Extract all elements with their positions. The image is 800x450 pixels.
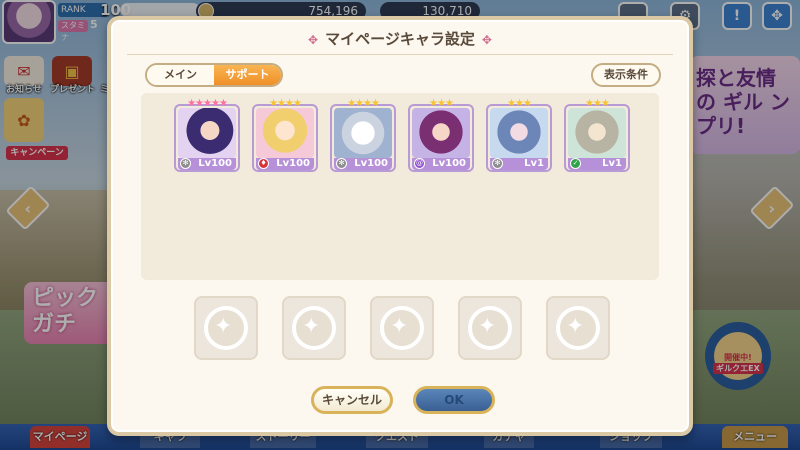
character-card[interactable]: ★★★ Lv1 ✻ (486, 98, 552, 172)
star-rating: ★★★ (585, 98, 610, 109)
title-ornament-left-icon: ✥ (308, 32, 319, 47)
tab-support[interactable]: サポート (214, 65, 281, 85)
star-rating: ★★★★ (269, 98, 302, 109)
compass-icon: ✦ (566, 314, 585, 339)
empty-character-slot[interactable]: ✦ (546, 296, 610, 360)
title-ornament-right-icon: ✥ (481, 32, 492, 47)
filter-button[interactable]: 表示条件 (591, 63, 661, 87)
compass-icon: ✦ (478, 314, 497, 339)
gear-icon: ✻ (180, 158, 191, 169)
character-card[interactable]: ★★★★ Lv100 ♦ (252, 98, 318, 172)
empty-character-slot[interactable]: ✦ (370, 296, 434, 360)
character-portrait (178, 108, 236, 158)
empty-character-slot[interactable]: ✦ (282, 296, 346, 360)
star-rating: ★★★★★ (187, 98, 228, 109)
empty-character-slot[interactable]: ✦ (458, 296, 522, 360)
character-card[interactable]: ★★★★ Lv100 ✻ (330, 98, 396, 172)
gear-icon: ✻ (492, 158, 503, 169)
character-portrait (490, 108, 548, 158)
character-card[interactable]: ★★★ Lv100 @ (408, 98, 474, 172)
star-rating: ★★★ (429, 98, 454, 109)
character-portrait (568, 108, 626, 158)
tab-main[interactable]: メイン (147, 65, 214, 85)
title-divider (127, 54, 673, 55)
character-portrait (412, 108, 470, 158)
star-rating: ★★★★ (347, 98, 380, 109)
character-portrait (334, 108, 392, 158)
gear-icon: ✻ (336, 158, 347, 169)
character-card[interactable]: ★★★ Lv1 ✓ (564, 98, 630, 172)
compass-icon: ✦ (302, 314, 321, 339)
cancel-button[interactable]: キャンセル (311, 386, 393, 414)
star-rating: ★★★ (507, 98, 532, 109)
character-card[interactable]: ★★★★★ Lv100 ✻ (174, 98, 240, 172)
dialog-title: マイページキャラ設定 (325, 30, 475, 48)
compass-icon: ✦ (214, 314, 233, 339)
mypage-character-dialog: ✥ マイページキャラ設定 ✥ メイン サポート 表示条件 ★★★★★ Lv100 ✻… (107, 16, 693, 436)
character-portrait (256, 108, 314, 158)
compass-icon: ✦ (390, 314, 409, 339)
tab-group: メイン サポート (145, 63, 283, 87)
wind-icon: ✓ (570, 158, 581, 169)
ok-button[interactable]: OK (413, 386, 495, 414)
empty-character-slot[interactable]: ✦ (194, 296, 258, 360)
fire-icon: ♦ (258, 158, 269, 169)
swirl-icon: @ (414, 158, 425, 169)
